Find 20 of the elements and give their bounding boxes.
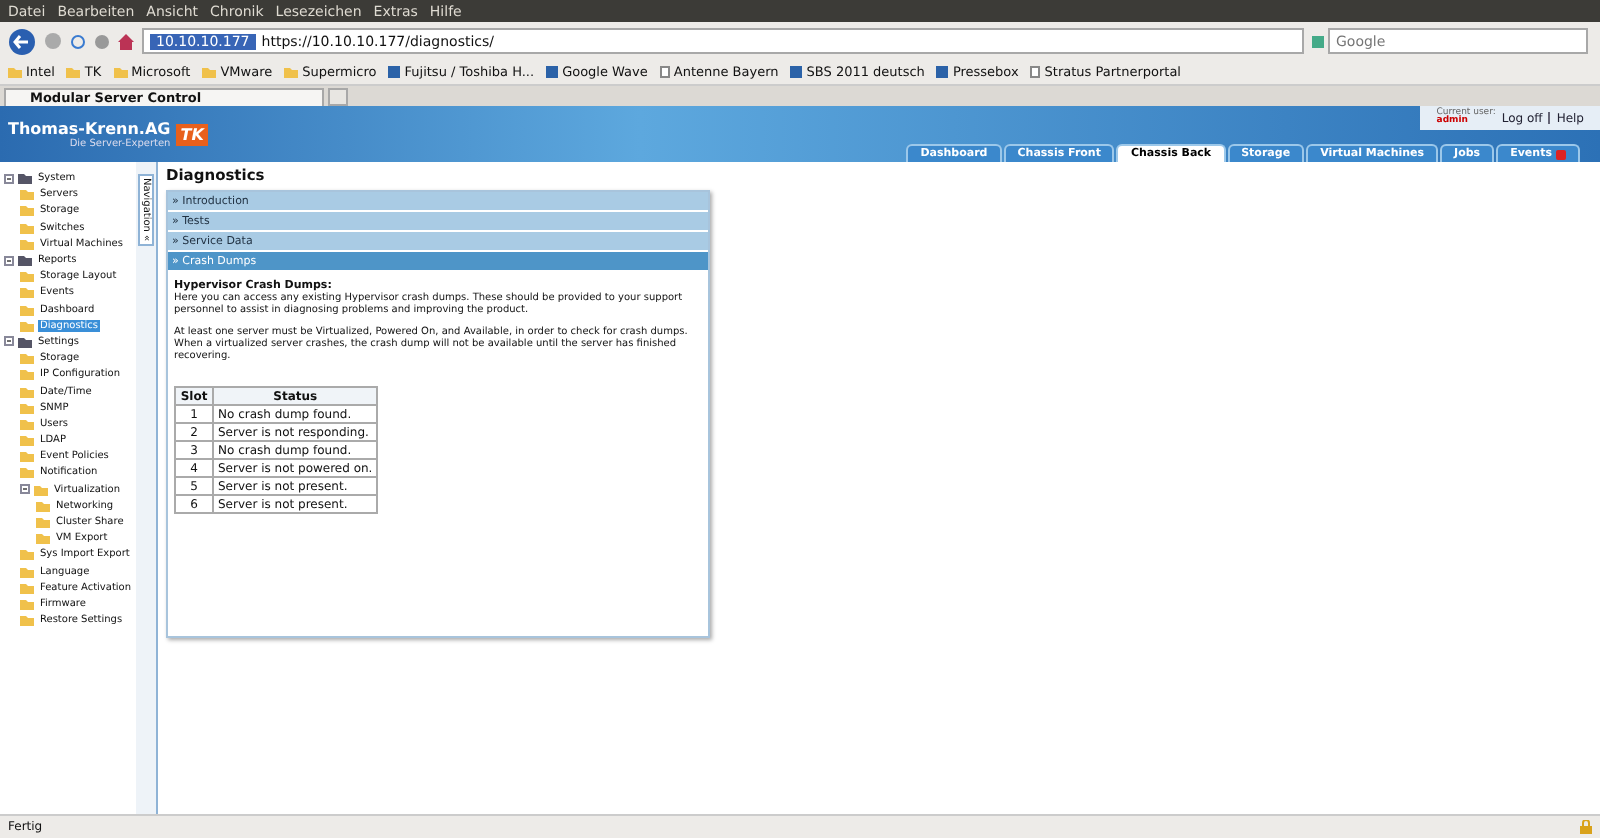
folder-icon	[8, 66, 22, 78]
lock-icon	[1580, 820, 1592, 834]
page-icon	[1030, 66, 1041, 78]
logo-badge: TK	[176, 123, 208, 145]
site-icon	[388, 66, 401, 78]
back-icon[interactable]	[8, 27, 36, 55]
site-icon	[790, 66, 803, 78]
home-icon[interactable]	[118, 33, 134, 49]
expander-icon[interactable]	[20, 484, 30, 495]
expander-icon[interactable]	[4, 255, 14, 266]
folder-icon	[113, 66, 128, 78]
expander-icon[interactable]	[4, 173, 14, 184]
folder-icon	[284, 66, 299, 78]
site-icon	[546, 66, 559, 78]
logo-name: Thomas-Krenn.AG	[8, 119, 171, 137]
folder-icon	[202, 66, 217, 78]
folder-icon	[66, 66, 81, 78]
page-icon	[659, 66, 670, 78]
site-icon	[936, 66, 949, 78]
expander-icon[interactable]	[4, 336, 14, 347]
